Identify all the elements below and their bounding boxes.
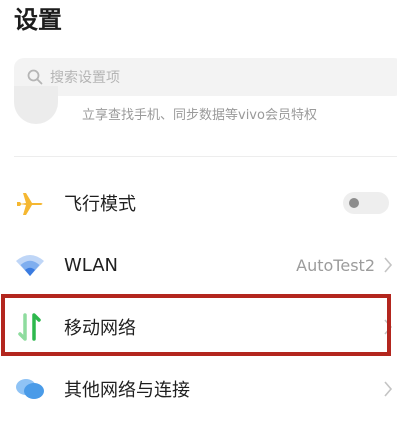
search-placeholder: 搜索设置项 <box>50 70 120 86</box>
airplane-icon <box>14 187 46 219</box>
airplane-mode-label: 飞行模式 <box>64 194 136 215</box>
page-title: 设置 <box>14 6 62 34</box>
section-divider <box>14 156 397 157</box>
mobile-network-row[interactable]: 移动网络 <box>0 296 397 358</box>
chevron-right-icon <box>381 255 395 275</box>
toggle-knob <box>349 198 359 208</box>
search-icon <box>26 68 44 86</box>
wifi-icon <box>14 249 46 281</box>
airplane-mode-row[interactable]: 飞行模式 <box>0 172 397 234</box>
other-networks-row[interactable]: 其他网络与连接 <box>0 358 397 420</box>
account-avatar[interactable] <box>14 86 58 124</box>
airplane-mode-toggle[interactable] <box>343 192 389 214</box>
mobile-network-label: 移动网络 <box>64 318 136 339</box>
connections-icon <box>14 373 46 405</box>
wlan-label: WLAN <box>64 254 119 276</box>
wlan-network-name: AutoTest2 <box>296 255 375 275</box>
wlan-row[interactable]: WLAN AutoTest2 <box>0 234 397 296</box>
chevron-right-icon <box>381 317 395 337</box>
mobile-data-icon <box>14 311 46 343</box>
other-networks-label: 其他网络与连接 <box>64 380 190 401</box>
chevron-right-icon <box>381 379 395 399</box>
search-bar[interactable]: 搜索设置项 <box>14 58 397 96</box>
account-subtitle[interactable]: 立享查找手机、同步数据等vivo会员特权 <box>82 104 317 123</box>
